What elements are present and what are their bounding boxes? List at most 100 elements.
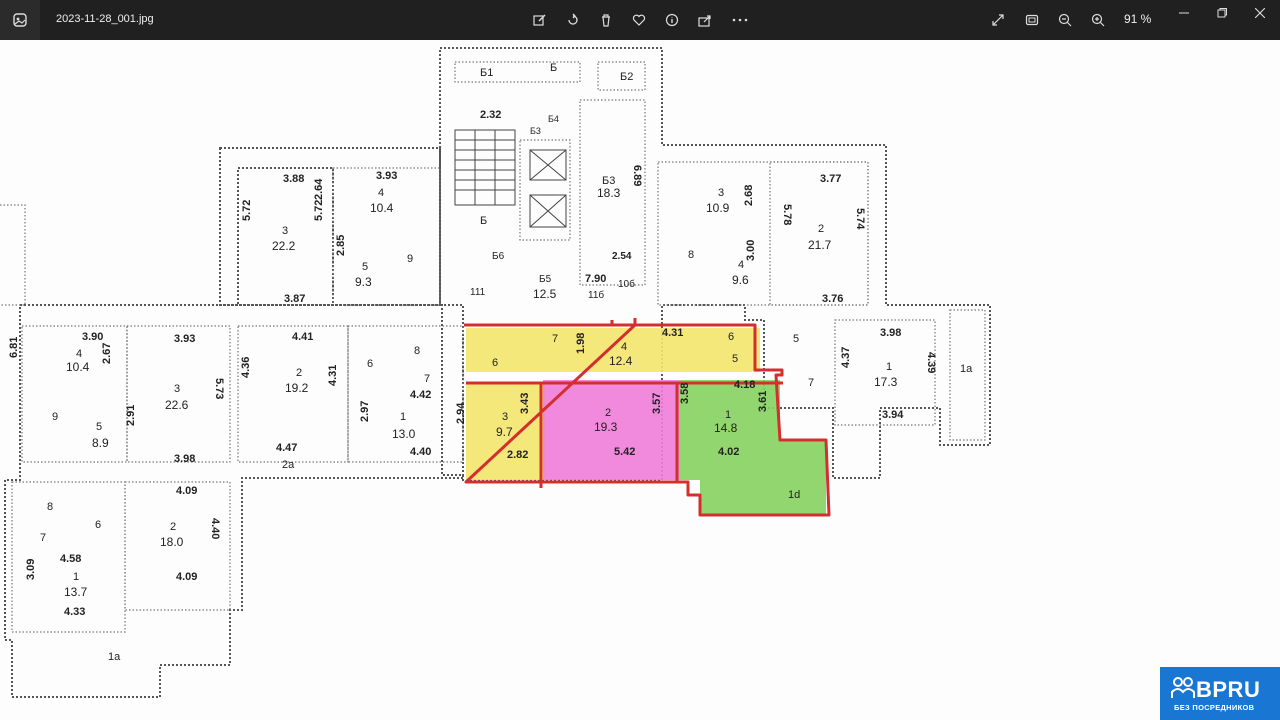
zoom-out-button[interactable] [1051, 6, 1079, 34]
room-number: 5 [793, 333, 799, 345]
room-label: 1d [788, 489, 800, 501]
zoom-out-icon [1058, 13, 1072, 27]
area-label: 19.2 [285, 381, 309, 395]
area-label: 22.2 [272, 239, 296, 253]
dimension-label: 3.93 [174, 333, 195, 345]
dimension-label: 4.18 [734, 379, 755, 391]
dimension-label: 3.00 [745, 240, 757, 261]
room-number: 1 [725, 409, 731, 421]
zoom-in-icon [1091, 13, 1105, 27]
dimension-label: 3.90 [82, 331, 103, 343]
minimize-button[interactable] [1164, 0, 1204, 26]
dimension-label: 5.78 [781, 204, 793, 225]
dimension-label: 4.37 [840, 347, 852, 368]
room-number: 7 [808, 377, 814, 389]
bpru-watermark: BPRU БЕЗ ПОСРЕДНИКОВ [1160, 667, 1280, 720]
room-number: 7 [40, 532, 46, 544]
area-label: 9.7 [496, 425, 513, 439]
area-label: 12.4 [609, 354, 633, 368]
dimension-label: 3.98 [880, 327, 901, 339]
dimension-label: 4.47 [276, 442, 297, 454]
room-label: 11б [588, 289, 604, 301]
room-number: 5 [96, 421, 102, 433]
dimension-label: 5.72 [241, 200, 253, 221]
fit-icon [1025, 14, 1039, 26]
share-button[interactable] [691, 6, 719, 34]
dimension-label: 4.42 [410, 389, 431, 401]
dimension-label: 3.58 [679, 383, 691, 404]
dimension-label: 3.61 [757, 391, 769, 412]
delete-button[interactable] [592, 6, 620, 34]
room-number: 4 [738, 259, 744, 271]
image-canvas[interactable]: Б1 Б Б2 2.32 Б4 Б3 Б 6.89 Б3 18.3 Б6 2.5… [0, 40, 1280, 720]
fullscreen-button[interactable] [984, 6, 1012, 34]
room-number: 2 [818, 223, 824, 235]
brand-name: BPRU [1196, 677, 1261, 702]
area-label: 18.0 [160, 535, 184, 549]
zoom-level[interactable]: 91 % [1124, 12, 1151, 26]
minimize-icon [1179, 12, 1189, 14]
zoom-in-button[interactable] [1084, 6, 1112, 34]
more-icon [732, 18, 748, 22]
dimension-label: 5.74 [854, 208, 866, 230]
delete-icon [602, 14, 610, 27]
dimension-label: 4.40 [209, 518, 221, 539]
dimension-label: 3.88 [283, 173, 304, 185]
area-label: 14.8 [714, 421, 738, 435]
room-number: 3 [282, 225, 288, 237]
area-label: 9.3 [355, 275, 372, 289]
room-number: 8 [414, 345, 420, 357]
room-number: 8 [688, 249, 694, 261]
dimension-label: 3.93 [376, 170, 397, 182]
room-label: 1a [108, 651, 121, 663]
dimension-label: 2.68 [743, 185, 755, 206]
close-button[interactable] [1240, 0, 1280, 26]
fit-button[interactable] [1018, 6, 1046, 34]
title-bar: 2023-11-28_001.jpg 91 % [0, 0, 1280, 40]
room-number: 2 [170, 521, 176, 533]
people-icon [1171, 677, 1195, 698]
area-label: 13.0 [392, 427, 416, 441]
dimension-label: 4.40 [410, 446, 431, 458]
dimension-label: 3.87 [284, 293, 305, 305]
dimension-label: 5.72 [313, 200, 325, 221]
room-label: Б6 [492, 251, 505, 262]
area-label: 10.4 [66, 360, 90, 374]
dimension-label: 7.90 [585, 273, 606, 285]
photos-app-icon[interactable] [0, 0, 40, 40]
edit-button[interactable] [526, 6, 554, 34]
dimension-label: 3.57 [651, 393, 663, 414]
info-icon [665, 13, 679, 27]
rotate-button[interactable] [559, 6, 587, 34]
dimension-label: 2.85 [335, 235, 347, 256]
dimension-label: 4.31 [327, 365, 339, 386]
dimension-label: 4.39 [925, 352, 937, 373]
dimension-label: 5.73 [213, 378, 225, 399]
dimension-label: 3.94 [882, 409, 904, 421]
favorite-icon [632, 14, 646, 26]
close-icon [1255, 8, 1265, 18]
info-button[interactable] [658, 6, 686, 34]
area-label: 21.7 [808, 238, 832, 252]
room-label: Б [550, 62, 557, 74]
rotate-icon [568, 13, 578, 25]
room-number: 1 [73, 571, 79, 583]
dimension-label: 3.98 [174, 453, 195, 465]
room-label: Б1 [480, 67, 493, 79]
dimension-label: 2.91 [125, 405, 137, 426]
dimension-label: 4.58 [60, 553, 81, 565]
room-number: 5 [362, 261, 368, 273]
dimension-label: 4.02 [718, 446, 739, 458]
room-number: 4 [621, 341, 627, 353]
share-icon [698, 15, 711, 27]
room-label: 1a [960, 363, 973, 375]
more-button[interactable] [726, 6, 754, 34]
maximize-button[interactable] [1202, 0, 1242, 26]
dimension-label: 4.41 [292, 331, 313, 343]
dimension-label: 5.42 [614, 446, 635, 458]
room-number: 5 [732, 353, 738, 365]
room-number: 3 [502, 411, 508, 423]
room-number: 6 [728, 331, 734, 343]
favorite-button[interactable] [625, 6, 653, 34]
dimension-label: 2.97 [359, 401, 371, 422]
